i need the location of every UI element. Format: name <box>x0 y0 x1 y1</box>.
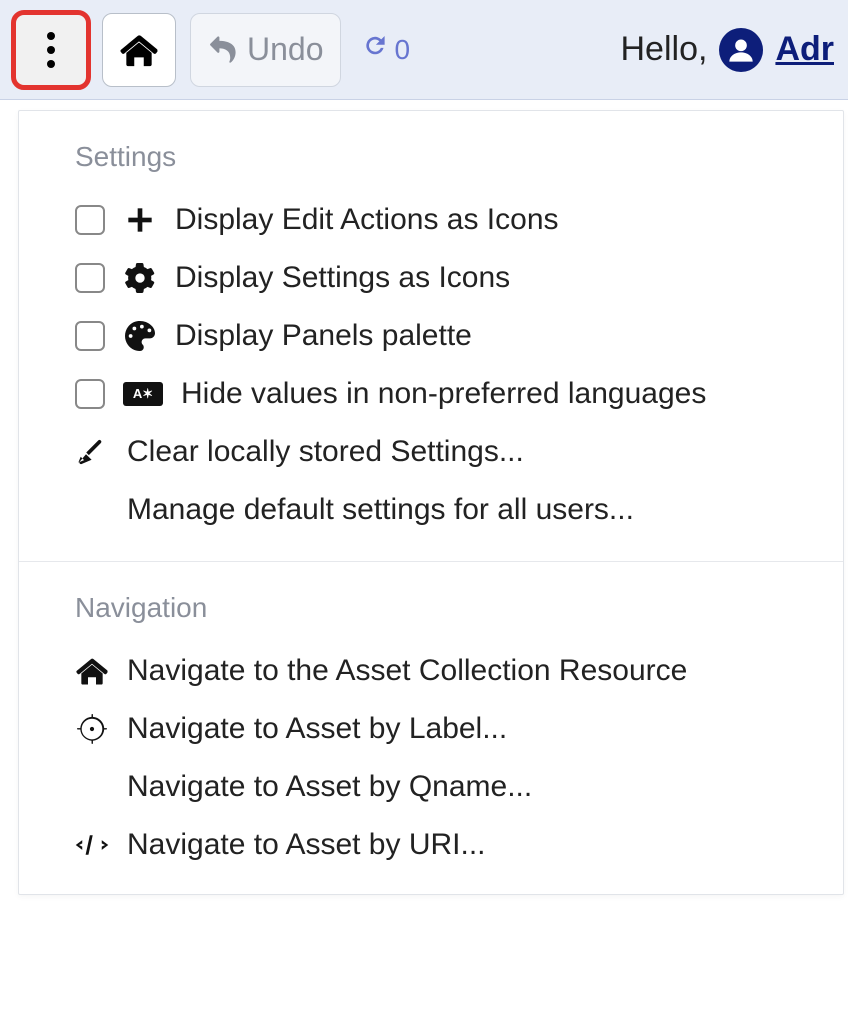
undo-button[interactable]: Undo <box>190 13 341 87</box>
undo-icon <box>207 35 237 65</box>
crosshair-icon <box>75 712 109 746</box>
menu-item-nav-by-label[interactable]: Navigate to Asset by Label... <box>19 700 843 758</box>
language-icon: A✶ <box>123 382 163 406</box>
menu-item-label: Display Edit Actions as Icons <box>175 203 843 237</box>
refresh-status[interactable]: 0 <box>361 32 411 67</box>
checkbox[interactable] <box>75 379 105 409</box>
menu-item-label: Display Panels palette <box>175 319 843 353</box>
checkbox[interactable] <box>75 205 105 235</box>
user-greeting: Hello, Adr <box>621 28 835 72</box>
menu-item-display-panels-palette[interactable]: Display Panels palette <box>19 307 843 365</box>
menu-item-label: Navigate to Asset by URI... <box>127 828 843 862</box>
settings-section-title: Settings <box>19 111 843 191</box>
gear-icon <box>123 261 157 295</box>
undo-label: Undo <box>247 31 324 68</box>
refresh-icon <box>361 32 389 67</box>
code-icon <box>75 828 109 862</box>
settings-dropdown: Settings Display Edit Actions as Icons D… <box>18 110 844 895</box>
menu-item-clear-local-settings[interactable]: Clear locally stored Settings... <box>19 423 843 481</box>
menu-item-label: Navigate to the Asset Collection Resourc… <box>127 654 843 688</box>
menu-item-nav-by-uri[interactable]: Navigate to Asset by URI... <box>19 816 843 874</box>
menu-item-label: Hide values in non-preferred languages <box>181 377 843 411</box>
plus-icon <box>123 203 157 237</box>
menu-item-label: Navigate to Asset by Label... <box>127 712 843 746</box>
home-button[interactable] <box>102 13 176 87</box>
refresh-count: 0 <box>395 34 411 66</box>
checkbox[interactable] <box>75 321 105 351</box>
more-menu-button[interactable] <box>14 13 88 87</box>
menu-item-display-edit-icons[interactable]: Display Edit Actions as Icons <box>19 191 843 249</box>
top-toolbar: Undo 0 Hello, Adr <box>0 0 848 100</box>
navigation-section-title: Navigation <box>19 562 843 642</box>
home-icon <box>120 33 158 67</box>
menu-item-manage-default-settings[interactable]: Manage default settings for all users... <box>19 481 843 539</box>
menu-item-nav-by-qname[interactable]: Navigate to Asset by Qname... <box>19 758 843 816</box>
user-link[interactable]: Adr <box>775 30 834 69</box>
palette-icon <box>123 319 157 353</box>
menu-item-nav-asset-collection[interactable]: Navigate to the Asset Collection Resourc… <box>19 642 843 700</box>
broom-icon <box>75 435 109 469</box>
menu-item-label: Clear locally stored Settings... <box>127 435 843 469</box>
menu-item-hide-nonpreferred-languages[interactable]: A✶ Hide values in non-preferred language… <box>19 365 843 423</box>
menu-item-label: Display Settings as Icons <box>175 261 843 295</box>
kebab-icon <box>46 30 56 70</box>
checkbox[interactable] <box>75 263 105 293</box>
menu-item-label: Manage default settings for all users... <box>127 493 843 527</box>
menu-item-label: Navigate to Asset by Qname... <box>127 770 843 804</box>
user-avatar-icon <box>719 28 763 72</box>
greeting-text: Hello, <box>621 30 708 69</box>
home-icon <box>75 654 109 688</box>
menu-item-display-settings-icons[interactable]: Display Settings as Icons <box>19 249 843 307</box>
